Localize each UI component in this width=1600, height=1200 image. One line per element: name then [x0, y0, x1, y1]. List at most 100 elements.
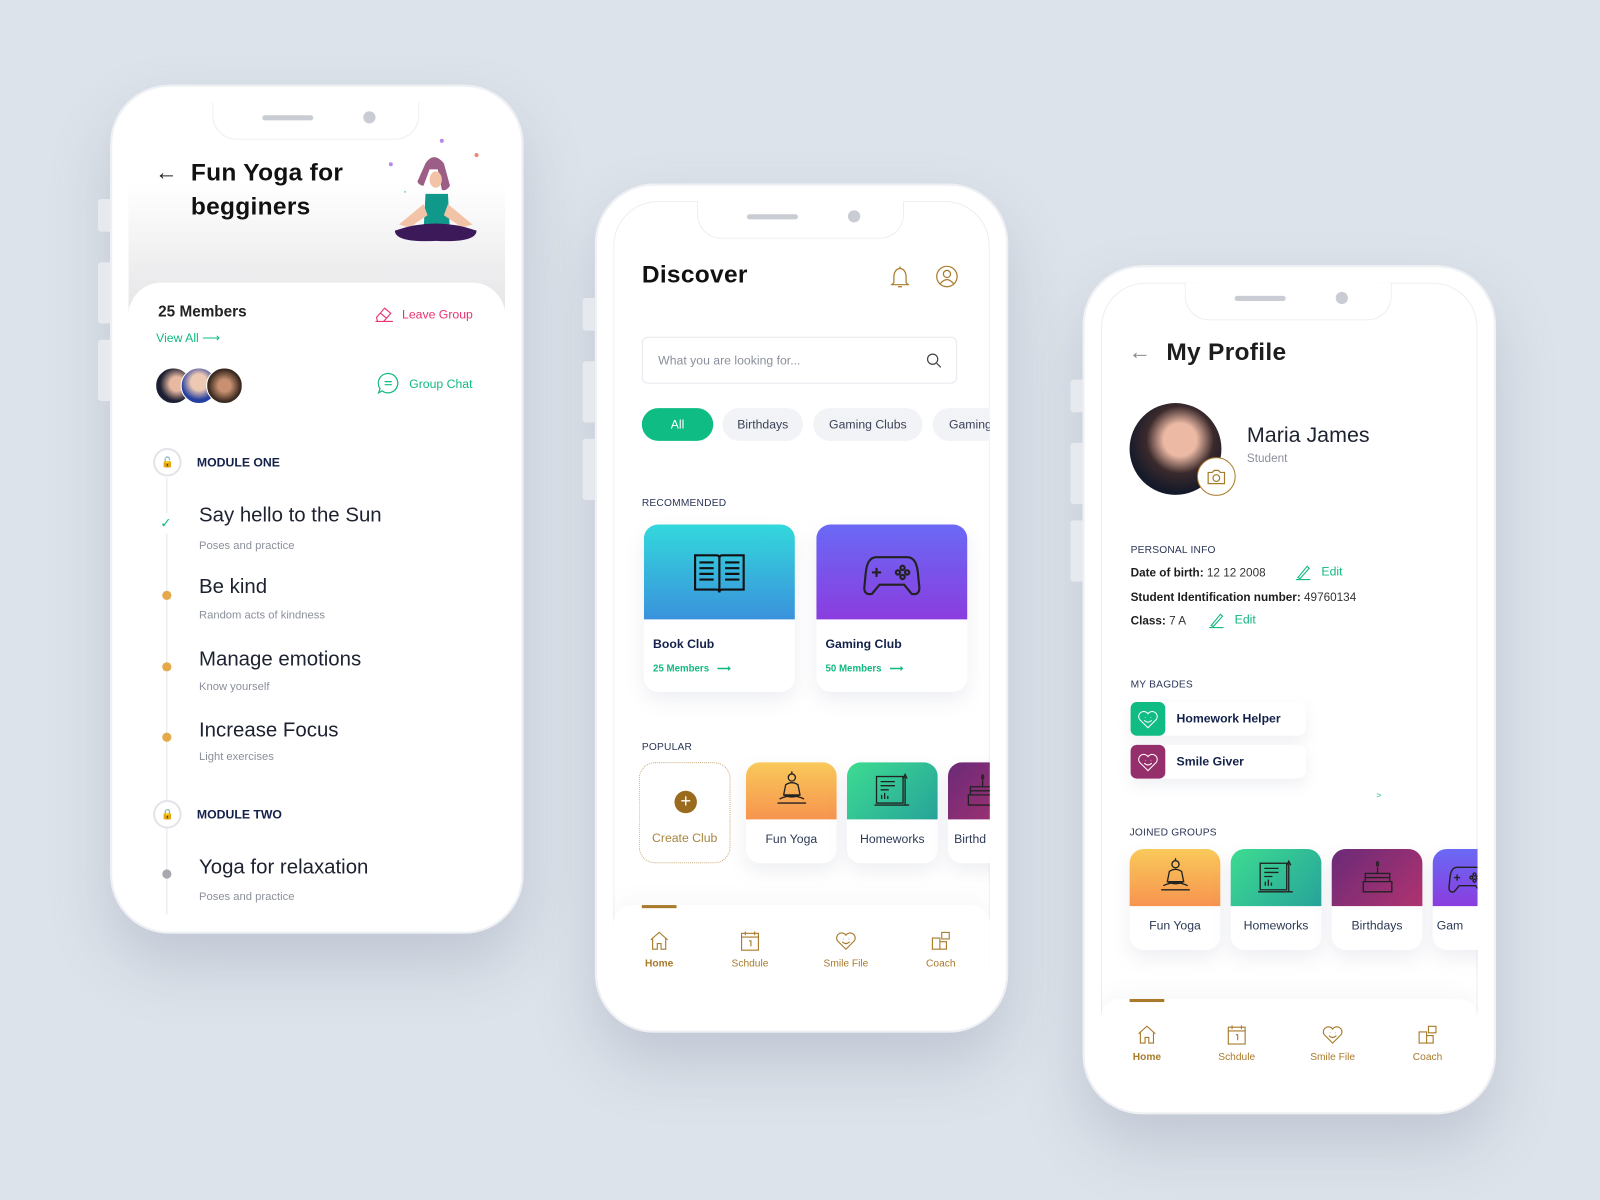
leave-group-button[interactable]: Leave Group [374, 306, 473, 322]
heart-smile-icon [1137, 751, 1159, 773]
edit-dob-button[interactable]: Edit [1295, 564, 1343, 580]
bottom-nav: Home Schdule Smile File Coach [1101, 998, 1478, 1096]
recommended-label: RECOMMENDED [641, 497, 727, 510]
more-badges-chevron[interactable]: > [1377, 791, 1382, 800]
personal-info-label: PERSONAL INFO [1130, 544, 1216, 557]
heart-smile-icon [1137, 708, 1159, 730]
cake-icon [962, 770, 990, 811]
module-one-title: MODULE ONE [196, 455, 280, 470]
group-chat-button[interactable]: Group Chat [377, 372, 472, 394]
view-all-link[interactable]: View All ⟶ [156, 331, 220, 345]
check-icon: ✓ [160, 513, 172, 534]
nav-smile-file[interactable]: Smile File [1297, 1023, 1368, 1063]
step-subtitle: Poses and practice [198, 890, 295, 904]
unlocked-lock-icon: 🔓 [153, 447, 182, 477]
dob-row: Date of birth: 12 12 2008 [1130, 567, 1266, 580]
avatar [206, 367, 243, 405]
pen-icon [1295, 564, 1311, 580]
popular-tile-fun-yoga[interactable]: Fun Yoga [745, 762, 837, 864]
nav-home[interactable]: Home [1111, 1023, 1182, 1063]
page-title: Fun Yoga for begginers [190, 159, 344, 221]
yoga-icon [771, 770, 812, 811]
profile-screen: ← My Profile Maria James Student PERSONA… [1101, 282, 1478, 1096]
puzzle-icon [1416, 1023, 1438, 1045]
chip-birthdays[interactable]: Birthdays [722, 408, 804, 441]
profile-role: Student [1246, 453, 1288, 466]
step-subtitle: Know yourself [198, 680, 270, 693]
nav-smile-file[interactable]: Smile File [810, 930, 881, 969]
group-tile-homeworks[interactable]: Homeworks [1230, 848, 1322, 950]
popular-tile-homeworks[interactable]: Homeworks [846, 762, 938, 864]
student-id-row: Student Identification number: 49760134 [1130, 591, 1357, 605]
camera-icon [1207, 469, 1226, 484]
popular-tile-birthdays[interactable]: Birthd [947, 762, 990, 864]
group-tile-fun-yoga[interactable]: Fun Yoga [1129, 848, 1221, 950]
heart-smile-icon [835, 930, 857, 952]
step-subtitle: Poses and practice [198, 539, 295, 553]
nav-home[interactable]: Home [623, 930, 694, 969]
nav-coach[interactable]: Coach [905, 930, 976, 969]
joined-groups-label: JOINED GROUPS [1129, 827, 1217, 839]
profile-icon[interactable] [936, 265, 958, 288]
phone-yoga: ← Fun Yoga for begginers 25 Members View … [97, 84, 524, 934]
nav-schedule[interactable]: Schdule [714, 930, 785, 969]
discover-screen: Discover What you are looking for... All… [613, 201, 990, 1015]
eraser-icon [375, 307, 393, 322]
gaming-club-card[interactable]: Gaming Club 50 Members ⟶ [816, 524, 968, 692]
search-icon[interactable] [926, 353, 942, 368]
yoga-screen: ← Fun Yoga for begginers 25 Members View … [128, 102, 506, 916]
nav-coach[interactable]: Coach [1392, 1023, 1463, 1063]
book-icon [688, 543, 751, 600]
group-tile-birthdays[interactable]: Birthdays [1331, 848, 1423, 950]
edit-class-button[interactable]: Edit [1208, 612, 1256, 628]
camera-button[interactable] [1196, 457, 1236, 496]
step-title[interactable]: Be kind [199, 576, 267, 599]
gamepad-icon [1447, 857, 1478, 898]
book-club-card[interactable]: Book Club 25 Members ⟶ [643, 524, 795, 692]
nav-schedule[interactable]: Schdule [1201, 1023, 1272, 1063]
page-title: My Profile [1166, 338, 1287, 367]
page-title: Discover [641, 261, 748, 289]
badge-smile-giver[interactable]: Smile Giver [1130, 744, 1307, 779]
bottom-nav: Home Schdule Smile File Coach [613, 905, 990, 1015]
class-row: Class: 7 A [1130, 615, 1187, 628]
gamepad-icon [858, 541, 925, 602]
step-title[interactable]: Yoga for relaxation [199, 856, 368, 879]
plus-icon: + [674, 790, 697, 814]
calendar-icon [739, 930, 761, 952]
step-title[interactable]: Manage emotions [199, 648, 361, 671]
step-title[interactable]: Increase Focus [199, 719, 339, 742]
pending-dot [162, 662, 172, 672]
chip-all[interactable]: All [641, 408, 714, 441]
pending-dot [162, 732, 172, 742]
heart-smile-icon [1321, 1023, 1343, 1045]
search-input[interactable]: What you are looking for... [641, 336, 958, 384]
home-icon [648, 930, 670, 952]
member-avatars[interactable] [155, 367, 247, 405]
step-subtitle: Random acts of kindness [198, 609, 326, 622]
pen-icon [1208, 612, 1224, 628]
step-subtitle: Light exercises [198, 751, 274, 764]
homework-icon [872, 770, 913, 811]
create-club-button[interactable]: + Create Club [638, 762, 731, 864]
home-icon [1136, 1023, 1158, 1045]
badges-label: MY BAGDES [1130, 679, 1193, 691]
arrow-right-icon: ⟶ [202, 330, 220, 345]
bell-icon[interactable] [890, 266, 910, 288]
group-tile-gaming[interactable]: Gam [1432, 848, 1478, 950]
lock-icon: 🔒 [153, 799, 182, 829]
cake-icon [1357, 857, 1398, 898]
back-arrow-icon[interactable]: ← [1129, 339, 1151, 366]
badge-homework-helper[interactable]: Homework Helper [1130, 702, 1307, 736]
calendar-icon [1226, 1023, 1248, 1045]
module-two-title: MODULE TWO [196, 807, 282, 822]
back-arrow-icon[interactable]: ← [155, 159, 177, 186]
chip-gaming[interactable]: Gaming [932, 408, 990, 441]
pending-dot [162, 590, 172, 600]
chip-gaming-clubs[interactable]: Gaming Clubs [813, 408, 923, 441]
puzzle-icon [930, 930, 952, 952]
step-title[interactable]: Say hello to the Sun [199, 504, 382, 527]
phone-profile: ← My Profile Maria James Student PERSONA… [1070, 265, 1496, 1115]
popular-label: POPULAR [641, 741, 693, 754]
yoga-illustration [388, 138, 479, 242]
